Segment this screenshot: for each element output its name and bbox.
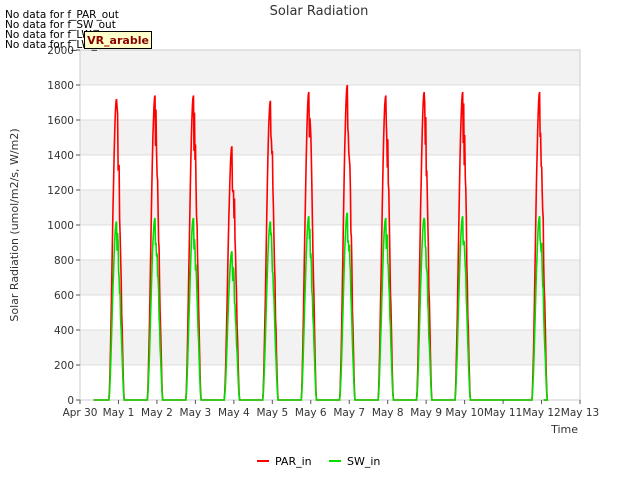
x-tick-label: May 6 [295, 407, 327, 419]
legend-swatch-par [257, 460, 269, 462]
legend-label-par: PAR_in [275, 454, 312, 468]
y-tick-label: 400 [54, 325, 74, 337]
legend-swatch-sw [329, 460, 341, 462]
x-tick-label: May 3 [180, 407, 212, 419]
y-tick-label: 1400 [47, 150, 74, 162]
y-tick-label: 1600 [47, 115, 74, 127]
legend-item-par: PAR_in [257, 453, 312, 469]
x-tick-label: May 4 [218, 407, 250, 419]
y-tick-label: 1200 [47, 185, 74, 197]
y-tick-label: 800 [54, 255, 74, 267]
x-tick-label: May 5 [256, 407, 288, 419]
y-tick-label: 0 [67, 395, 74, 407]
x-axis-label: Time [550, 423, 578, 436]
x-tick-label: May 8 [372, 407, 404, 419]
legend-label-sw: SW_in [347, 454, 381, 468]
series-line-SW_in [93, 212, 549, 401]
legend-item-sw: SW_in [329, 453, 380, 469]
x-tick-label: May 12 [522, 407, 560, 419]
x-tick-label: May 10 [445, 407, 483, 419]
site-badge: VR_arable [84, 31, 152, 49]
grid-band [80, 260, 580, 295]
chart-title: Solar Radiation [270, 4, 369, 19]
grid-band [80, 330, 580, 365]
x-tick-label: May 2 [141, 407, 173, 419]
y-tick-label: 200 [54, 360, 74, 372]
x-tick-label: May 7 [333, 407, 365, 419]
x-tick-label: May 1 [103, 407, 135, 419]
y-axis-label: Solar Radiation (umol/m2/s, W/m2) [8, 128, 21, 321]
grid-band [80, 50, 580, 85]
x-tick-label: Apr 30 [63, 407, 98, 419]
x-tick-label: May 11 [484, 407, 522, 419]
solar-radiation-chart: 0200400600800100012001400160018002000Apr… [8, 4, 599, 436]
y-tick-label: 1000 [47, 220, 74, 232]
legend: PAR_in SW_in [0, 453, 640, 469]
y-tick-label: 1800 [47, 80, 74, 92]
y-tick-label: 600 [54, 290, 74, 302]
x-tick-label: May 9 [410, 407, 442, 419]
x-tick-label: May 13 [561, 407, 599, 419]
